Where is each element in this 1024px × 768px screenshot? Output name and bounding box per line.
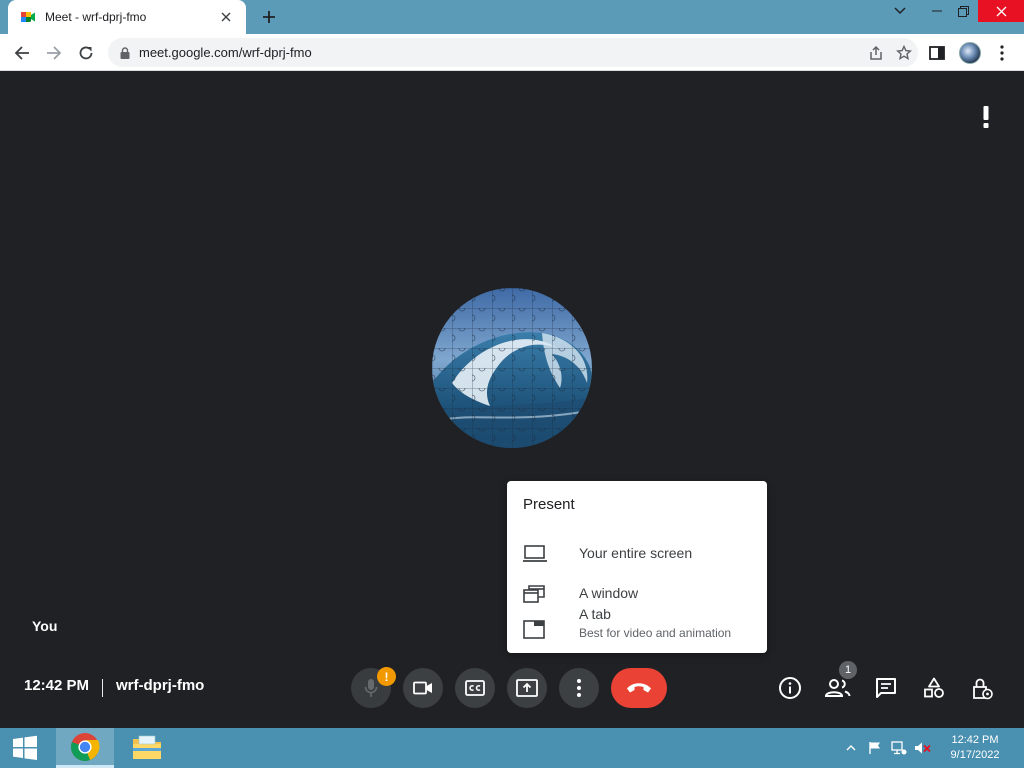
present-now-button[interactable]: [507, 668, 547, 708]
reload-icon: [79, 46, 93, 60]
reload-button[interactable]: [73, 40, 99, 66]
present-window-label: A window: [579, 585, 639, 601]
share-icon[interactable]: [862, 39, 890, 67]
meeting-time: 12:42 PM: [24, 677, 90, 694]
self-avatar: [432, 288, 592, 448]
arrow-left-icon: [14, 46, 29, 60]
mic-alert-badge[interactable]: !: [377, 667, 396, 686]
present-tab-label: A tab: [579, 606, 611, 622]
chat-icon: [876, 678, 896, 698]
captions-icon: [465, 680, 485, 696]
monitor-icon: [523, 545, 547, 562]
people-count-badge: 1: [839, 661, 857, 679]
tab-search-button[interactable]: [886, 0, 914, 22]
browser-tab-strip: Meet - wrf-dprj-fmo: [0, 0, 1024, 34]
side-panel-icon[interactable]: [923, 39, 951, 67]
present-menu: Present Your entire screen A window A ta: [507, 481, 767, 653]
present-menu-title: Present: [523, 496, 575, 513]
mic-off-icon: [364, 679, 378, 697]
url-text[interactable]: meet.google.com/wrf-dprj-fmo: [139, 45, 862, 60]
more-options-button[interactable]: [559, 668, 599, 708]
meeting-details-button[interactable]: [776, 674, 804, 702]
host-controls-button[interactable]: [968, 674, 996, 702]
windows-logo-icon: [13, 735, 37, 760]
taskbar-chrome[interactable]: [56, 728, 114, 768]
google-meet-icon: [20, 9, 36, 25]
back-button[interactable]: [9, 40, 35, 66]
meeting-code: wrf-dprj-fmo: [116, 677, 205, 694]
camera-icon: [413, 681, 432, 695]
volume-muted-icon[interactable]: [914, 740, 932, 756]
window-icon: [523, 585, 545, 603]
activities-button[interactable]: [920, 674, 948, 702]
present-entire-screen-option[interactable]: Your entire screen: [507, 534, 767, 574]
self-name-label: You: [32, 618, 58, 634]
show-hidden-icons-button[interactable]: [842, 740, 860, 756]
taskbar-clock[interactable]: 12:42 PM 9/17/2022: [944, 733, 1006, 763]
kebab-menu-icon[interactable]: [988, 39, 1016, 67]
more-options-icon: [577, 679, 581, 697]
avatar: [959, 42, 981, 64]
browser-toolbar: meet.google.com/wrf-dprj-fmo: [0, 34, 1024, 71]
tab-title: Meet - wrf-dprj-fmo: [45, 10, 147, 24]
divider: [102, 679, 103, 697]
present-tab-option[interactable]: A tab Best for video and animation: [507, 606, 767, 653]
present-tab-sublabel: Best for video and animation: [579, 626, 732, 640]
info-icon: [779, 677, 801, 699]
network-icon[interactable]: [890, 740, 908, 756]
captions-button[interactable]: [455, 668, 495, 708]
tab-icon: [523, 620, 545, 639]
forward-button[interactable]: [41, 40, 67, 66]
clock-time: 12:42 PM: [951, 734, 999, 746]
profile-avatar[interactable]: [956, 39, 984, 67]
window-close-button[interactable]: [978, 0, 1024, 22]
star-icon[interactable]: [890, 39, 918, 67]
present-entire-screen-label: Your entire screen: [579, 545, 693, 561]
taskbar-file-explorer[interactable]: [118, 728, 176, 768]
file-explorer-icon: [133, 735, 161, 759]
exclamation-icon[interactable]: [972, 103, 1000, 131]
start-button[interactable]: [0, 728, 50, 768]
present-icon: [516, 679, 538, 697]
activities-icon: [924, 677, 944, 698]
lock-icon: [120, 46, 130, 59]
clock-date: 9/17/2022: [950, 749, 1000, 761]
restore-icon: [957, 5, 969, 17]
chat-button[interactable]: [872, 674, 900, 702]
windows-taskbar: 12:42 PM 9/17/2022: [0, 728, 1024, 768]
end-call-icon: [627, 683, 651, 693]
minimize-icon: [932, 10, 942, 12]
action-center-flag-icon[interactable]: [866, 740, 884, 756]
close-icon: [996, 6, 1006, 16]
close-icon[interactable]: [216, 7, 236, 27]
address-bar[interactable]: meet.google.com/wrf-dprj-fmo: [108, 38, 918, 67]
chrome-icon: [70, 732, 100, 761]
camera-button[interactable]: [403, 668, 443, 708]
plus-icon: [263, 11, 275, 23]
chevron-down-icon: [894, 7, 906, 15]
meeting-stage: You Present Your entire screen A window: [0, 71, 1024, 728]
new-tab-button[interactable]: [256, 4, 282, 30]
browser-tab-meet[interactable]: Meet - wrf-dprj-fmo: [8, 0, 246, 34]
people-icon: [825, 679, 851, 697]
leave-call-button[interactable]: [611, 668, 667, 708]
restore-button[interactable]: [948, 0, 978, 22]
host-controls-icon: [973, 678, 993, 700]
chevron-up-icon: [846, 745, 856, 751]
arrow-right-icon: [47, 46, 62, 60]
